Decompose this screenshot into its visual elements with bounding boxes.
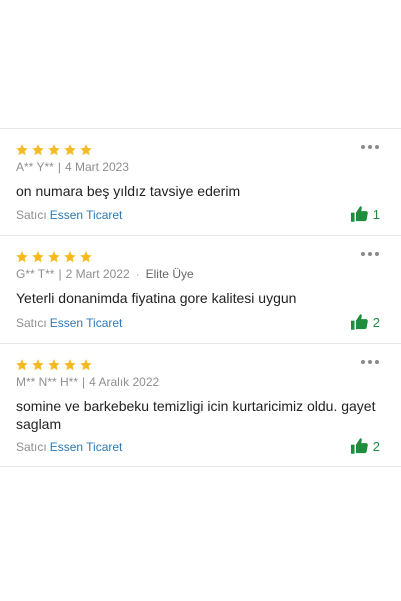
review-author: A** Y**	[16, 160, 54, 174]
like-button[interactable]: 2	[350, 438, 380, 454]
star-icon	[47, 250, 61, 264]
star-icon	[15, 358, 29, 372]
star-icon	[47, 358, 61, 372]
meta-dot: ·	[135, 267, 140, 281]
star-icon	[63, 143, 77, 157]
review-author: M** N** H**	[16, 375, 79, 389]
review-author: G** T**	[16, 267, 55, 281]
seller-label: Satıcı	[16, 440, 47, 454]
seller-label: Satıcı	[16, 316, 47, 330]
thumbs-up-icon	[350, 314, 368, 330]
star-rating	[15, 358, 93, 372]
like-button[interactable]: 2	[350, 314, 380, 330]
review-card: G** T** | 2 Mart 2022 · Elite Üye Yeterli do…	[0, 235, 401, 343]
thumbs-up-icon	[350, 206, 368, 222]
star-icon	[15, 250, 29, 264]
review-text: on numara beş yıldız tavsiye ederim	[16, 183, 241, 199]
review-card: M** N** H** | 4 Aralık 2022 somine ve bark…	[0, 343, 401, 467]
star-icon	[31, 358, 45, 372]
review-card: A** Y** | 4 Mart 2023 on numara beş yıldız…	[0, 128, 401, 235]
like-button[interactable]: 1	[350, 206, 380, 222]
star-rating	[15, 143, 93, 157]
star-icon	[47, 143, 61, 157]
star-icon	[63, 250, 77, 264]
review-date: 4 Aralık 2022	[89, 375, 160, 389]
review-text: somine ve barkebeku temizligi icin kurta…	[16, 398, 376, 432]
seller-info: Satıcı Essen Ticaret	[16, 440, 122, 454]
seller-link[interactable]: Essen Ticaret	[50, 440, 123, 454]
seller-info: Satıcı Essen Ticaret	[16, 208, 122, 222]
star-rating	[15, 250, 93, 264]
star-icon	[15, 143, 29, 157]
star-icon	[79, 358, 93, 372]
star-icon	[63, 358, 77, 372]
more-options-icon[interactable]	[361, 358, 381, 366]
meta-separator: |	[82, 375, 86, 389]
review-meta: A** Y** | 4 Mart 2023	[16, 160, 129, 174]
star-icon	[31, 143, 45, 157]
more-options-icon[interactable]	[361, 250, 381, 258]
review-date: 2 Mart 2022	[65, 267, 130, 281]
meta-separator: |	[57, 160, 61, 174]
like-count: 2	[372, 438, 380, 454]
like-count: 2	[372, 314, 380, 330]
seller-link[interactable]: Essen Ticaret	[50, 208, 123, 222]
seller-link[interactable]: Essen Ticaret	[50, 316, 123, 330]
review-meta: M** N** H** | 4 Aralık 2022	[16, 375, 159, 389]
review-date: 4 Mart 2023	[64, 160, 129, 174]
star-icon	[31, 250, 45, 264]
star-icon	[79, 143, 93, 157]
seller-info: Satıcı Essen Ticaret	[16, 316, 122, 330]
member-badge: Elite Üye	[145, 267, 194, 281]
review-list: A** Y** | 4 Mart 2023 on numara beş yıldız…	[0, 128, 401, 467]
seller-label: Satıcı	[16, 208, 47, 222]
star-icon	[79, 250, 93, 264]
review-meta: G** T** | 2 Mart 2022 · Elite Üye	[16, 267, 194, 281]
more-options-icon[interactable]	[361, 143, 381, 151]
review-text: Yeterli donanimda fiyatina gore kalitesi…	[16, 290, 297, 306]
thumbs-up-icon	[350, 438, 368, 454]
meta-separator: |	[58, 267, 62, 281]
like-count: 1	[372, 206, 380, 222]
